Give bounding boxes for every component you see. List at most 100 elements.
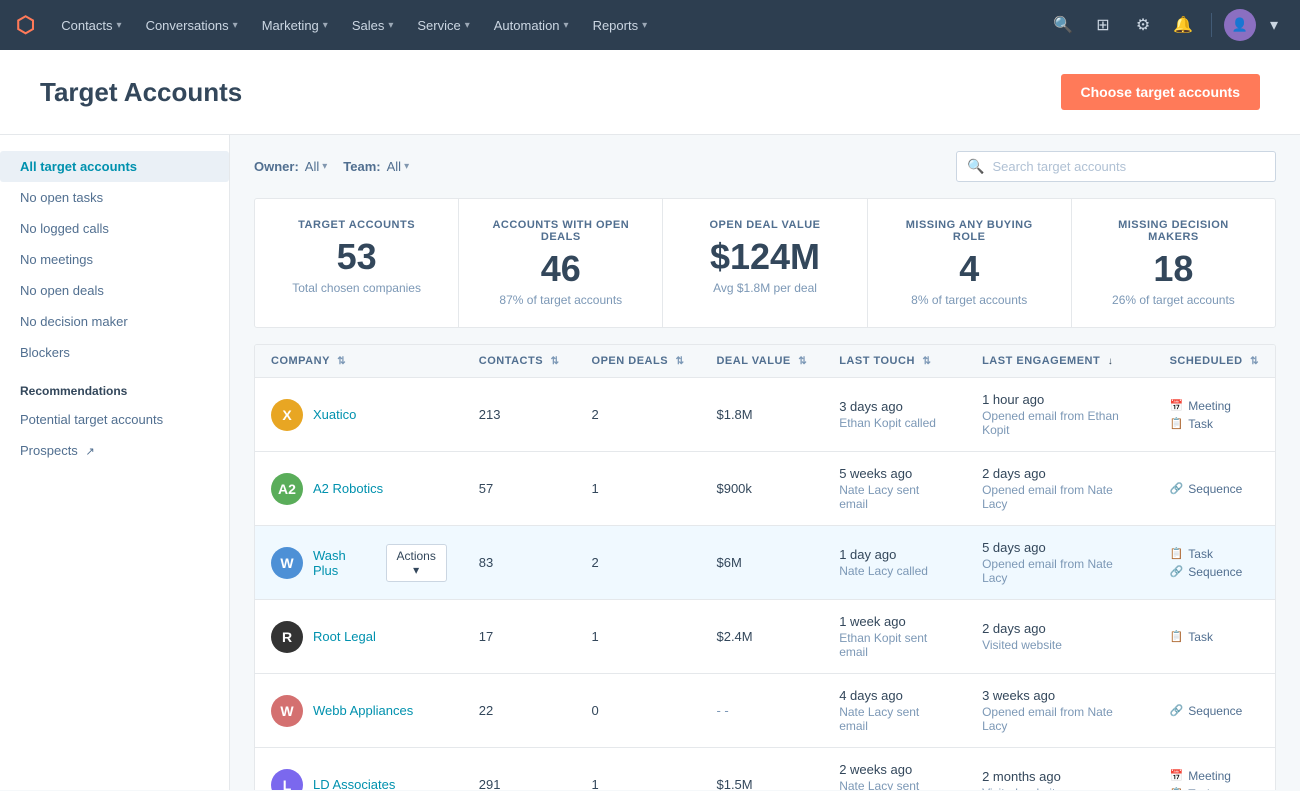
owner-filter-dropdown[interactable]: All ▾: [305, 159, 327, 174]
company-name[interactable]: A2 Robotics: [313, 481, 383, 496]
company-name[interactable]: LD Associates: [313, 777, 395, 790]
stat-open-deal-value: OPEN DEAL VALUE $124M Avg $1.8M per deal: [663, 199, 867, 327]
table-row: W Wash Plus Actions ▾ 832$6M 1 day ago N…: [255, 526, 1275, 600]
scheduled-label: Meeting: [1188, 769, 1231, 783]
company-name[interactable]: Xuatico: [313, 407, 356, 422]
sort-active-desc-icon: ↓: [1108, 356, 1114, 367]
sidebar-item-all-target-accounts[interactable]: All target accounts: [0, 151, 229, 182]
company-name[interactable]: Wash Plus: [313, 548, 368, 578]
nav-automation[interactable]: Automation ▾: [484, 10, 579, 41]
page-header: Target Accounts Choose target accounts: [0, 50, 1300, 135]
sequence-icon: 🔗: [1170, 704, 1184, 717]
company-cell: R Root Legal: [255, 600, 463, 674]
settings-icon[interactable]: ⚙: [1127, 9, 1159, 41]
sort-icon: ⇅: [1250, 356, 1259, 367]
last-touch-cell: 1 week ago Ethan Kopit sent email: [823, 600, 966, 674]
table-row: R Root Legal 171$2.4M 1 week ago Ethan K…: [255, 600, 1275, 674]
scheduled-cell: 🔗Sequence: [1154, 674, 1275, 748]
company-logo: X: [271, 399, 303, 431]
avatar[interactable]: 👤: [1224, 9, 1256, 41]
hubspot-logo[interactable]: ⬡: [16, 12, 35, 38]
nav-conversations[interactable]: Conversations ▾: [136, 10, 248, 41]
page-title: Target Accounts: [40, 77, 242, 108]
filter-left: Owner: All ▾ Team: All ▾: [254, 159, 409, 174]
scheduled-label: Meeting: [1188, 399, 1231, 413]
scheduled-label: Sequence: [1188, 482, 1242, 496]
chevron-down-icon: ▾: [233, 20, 238, 31]
team-filter: Team: All ▾: [343, 159, 409, 174]
nav-contacts[interactable]: Contacts ▾: [51, 10, 131, 41]
col-contacts[interactable]: CONTACTS ⇅: [463, 345, 576, 378]
accounts-table: COMPANY ⇅ CONTACTS ⇅ OPEN DEALS ⇅ DEAL: [254, 344, 1276, 790]
deal-value-cell: $6M: [700, 526, 823, 600]
notifications-icon[interactable]: 🔔: [1167, 9, 1199, 41]
company-cell: W Webb Appliances: [255, 674, 463, 748]
scheduled-item: 🔗Sequence: [1170, 704, 1259, 718]
col-deal-value[interactable]: DEAL VALUE ⇅: [700, 345, 823, 378]
col-scheduled[interactable]: SCHEDULED ⇅: [1154, 345, 1275, 378]
col-company[interactable]: COMPANY ⇅: [255, 345, 463, 378]
deal-value-cell: $900k: [700, 452, 823, 526]
sort-icon: ⇅: [922, 356, 931, 367]
company-name[interactable]: Webb Appliances: [313, 703, 413, 718]
apps-icon[interactable]: ⊞: [1087, 9, 1119, 41]
contacts-cell: 17: [463, 600, 576, 674]
nav-reports[interactable]: Reports ▾: [583, 10, 658, 41]
nav-divider: [1211, 13, 1212, 37]
company-cell: X Xuatico: [255, 378, 463, 452]
nav-utilities: 🔍 ⊞ ⚙ 🔔 👤 ▾: [1047, 9, 1284, 41]
table-row: A2 A2 Robotics 571$900k 5 weeks ago Nate…: [255, 452, 1275, 526]
sidebar-item-no-open-tasks[interactable]: No open tasks: [0, 182, 229, 213]
nav-sales[interactable]: Sales ▾: [342, 10, 404, 41]
task-icon: 📋: [1170, 417, 1184, 430]
last-touch-cell: 5 weeks ago Nate Lacy sent email: [823, 452, 966, 526]
search-box[interactable]: 🔍: [956, 151, 1276, 182]
owner-filter-label: Owner:: [254, 159, 299, 174]
contacts-cell: 291: [463, 748, 576, 791]
open-deals-cell: 1: [576, 748, 701, 791]
external-link-icon: ↗: [85, 446, 94, 458]
last-engagement-cell: 5 days ago Opened email from Nate Lacy: [966, 526, 1154, 600]
nav-service[interactable]: Service ▾: [407, 10, 479, 41]
sidebar-item-prospects[interactable]: Prospects ↗: [0, 435, 229, 466]
sidebar-item-no-meetings[interactable]: No meetings: [0, 244, 229, 275]
col-last-touch[interactable]: LAST TOUCH ⇅: [823, 345, 966, 378]
nav-marketing[interactable]: Marketing ▾: [252, 10, 338, 41]
meeting-icon: 📅: [1170, 399, 1184, 412]
chevron-down-icon: ▾: [564, 20, 569, 31]
stat-accounts-with-open-deals: ACCOUNTS WITH OPEN DEALS 46 87% of targe…: [459, 199, 663, 327]
actions-button[interactable]: Actions ▾: [386, 544, 447, 582]
team-filter-label: Team:: [343, 159, 380, 174]
company-logo: W: [271, 547, 303, 579]
col-open-deals[interactable]: OPEN DEALS ⇅: [576, 345, 701, 378]
last-engagement-cell: 2 days ago Opened email from Nate Lacy: [966, 452, 1154, 526]
company-name[interactable]: Root Legal: [313, 629, 376, 644]
deal-value-cell: $2.4M: [700, 600, 823, 674]
company-logo: L: [271, 769, 303, 791]
company-logo: W: [271, 695, 303, 727]
search-input[interactable]: [992, 159, 1265, 174]
scheduled-item: 📅Meeting: [1170, 769, 1259, 783]
sidebar-item-no-decision-maker[interactable]: No decision maker: [0, 306, 229, 337]
account-chevron-icon[interactable]: ▾: [1264, 9, 1284, 41]
sidebar-item-no-logged-calls[interactable]: No logged calls: [0, 213, 229, 244]
filter-bar: Owner: All ▾ Team: All ▾ 🔍: [230, 135, 1300, 198]
team-filter-dropdown[interactable]: All ▾: [387, 159, 409, 174]
choose-target-accounts-button[interactable]: Choose target accounts: [1061, 74, 1260, 110]
owner-filter: Owner: All ▾: [254, 159, 327, 174]
search-icon[interactable]: 🔍: [1047, 9, 1079, 41]
sort-icon: ⇅: [676, 356, 685, 367]
sequence-icon: 🔗: [1170, 482, 1184, 495]
task-icon: 📋: [1170, 787, 1184, 790]
scheduled-item: 🔗Sequence: [1170, 565, 1259, 579]
sidebar-item-no-open-deals[interactable]: No open deals: [0, 275, 229, 306]
contacts-cell: 213: [463, 378, 576, 452]
deal-value-cell: $1.5M: [700, 748, 823, 791]
sidebar-item-potential-target-accounts[interactable]: Potential target accounts: [0, 404, 229, 435]
company-cell: W Wash Plus Actions ▾: [255, 526, 463, 600]
col-last-engagement[interactable]: LAST ENGAGEMENT ↓: [966, 345, 1154, 378]
last-engagement-cell: 1 hour ago Opened email from Ethan Kopit: [966, 378, 1154, 452]
sidebar-item-blockers[interactable]: Blockers: [0, 337, 229, 368]
last-engagement-cell: 3 weeks ago Opened email from Nate Lacy: [966, 674, 1154, 748]
sidebar: All target accounts No open tasks No log…: [0, 135, 230, 790]
